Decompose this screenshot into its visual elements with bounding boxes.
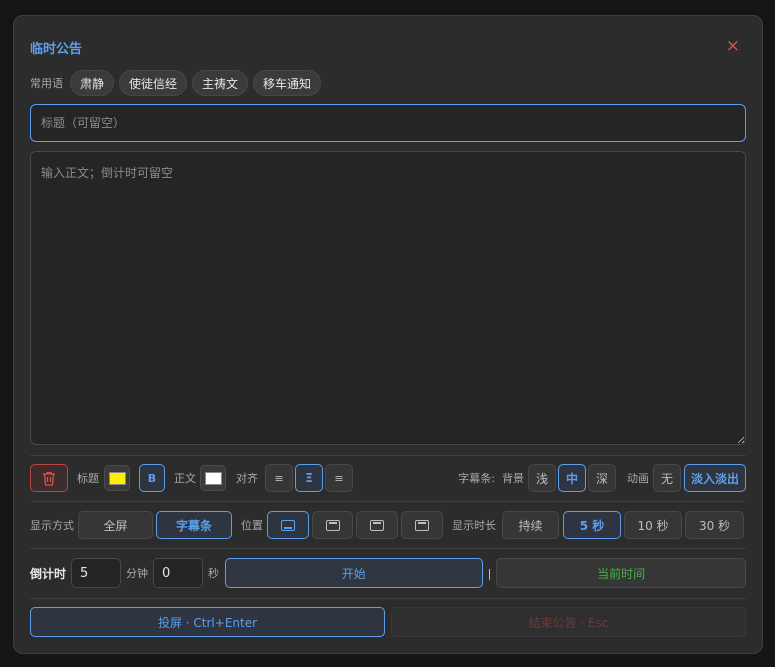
phrases-label: 常用语: [30, 77, 63, 90]
minutes-input[interactable]: [71, 558, 122, 588]
anim-option-none[interactable]: 无: [653, 464, 681, 492]
mode-ticker-button[interactable]: 字幕条: [156, 511, 232, 539]
position-top-alt-button[interactable]: [401, 511, 443, 539]
bold-toggle[interactable]: B: [139, 464, 165, 492]
end-announcement-button[interactable]: 结束公告 · Esc: [391, 607, 746, 637]
mode-fullscreen-button[interactable]: 全屏: [78, 511, 153, 539]
countdown-row: 倒计时 分钟 秒 开始 | 当前时间: [30, 558, 746, 588]
divider: [30, 548, 746, 549]
anim-label: 动画: [627, 472, 649, 485]
title-input[interactable]: [30, 104, 746, 142]
clear-button[interactable]: [30, 464, 68, 492]
phrases-row: 常用语 肃静 使徒信经 主祷文 移车通知: [30, 70, 322, 96]
duration-continuous-button[interactable]: 持续: [502, 511, 559, 539]
minutes-unit: 分钟: [126, 567, 149, 580]
align-right-icon: ≡: [334, 471, 344, 485]
phrase-chip-silence[interactable]: 肃静: [70, 70, 115, 96]
duration-5s-button[interactable]: 5 秒: [563, 511, 621, 539]
countdown-separator: |: [487, 566, 492, 580]
close-icon[interactable]: ×: [726, 38, 740, 55]
align-left-button[interactable]: ≡: [265, 464, 293, 492]
body-color-picker[interactable]: [200, 465, 226, 491]
duration-30s-button[interactable]: 30 秒: [685, 511, 744, 539]
body-color-label: 正文: [174, 472, 196, 485]
bg-label: 背景: [502, 472, 524, 485]
actions-row: 投屏 · Ctrl+Enter 结束公告 · Esc: [30, 607, 746, 637]
align-left-icon: ≡: [274, 471, 284, 485]
title-color-swatch: [108, 471, 126, 485]
align-right-button[interactable]: ≡: [325, 464, 353, 492]
trash-icon: [43, 471, 55, 486]
phrase-chip-move-car[interactable]: 移车通知: [253, 70, 322, 96]
phrase-chip-lords-prayer[interactable]: 主祷文: [192, 70, 249, 96]
position-bottom-icon: [281, 519, 295, 531]
style-row: 标题 B 正文 对齐 ≡ Ξ ≡ 字幕条: 背景 浅 中 深 动画 无 淡入淡出: [30, 464, 746, 492]
position-top-alt-icon: [415, 519, 429, 531]
divider: [30, 455, 746, 456]
bg-option-medium[interactable]: 中: [558, 464, 586, 492]
display-mode-label: 显示方式: [30, 519, 74, 532]
body-input[interactable]: [30, 151, 746, 445]
start-countdown-button[interactable]: 开始: [225, 558, 483, 588]
align-center-icon: Ξ: [305, 471, 313, 485]
position-top-center-icon: [370, 519, 384, 531]
seconds-input[interactable]: [153, 558, 204, 588]
ticker-label: 字幕条:: [458, 472, 495, 485]
position-top-button[interactable]: [312, 511, 353, 539]
divider: [30, 501, 746, 502]
title-color-label: 标题: [77, 472, 99, 485]
align-label: 对齐: [236, 472, 258, 485]
announcement-dialog: 临时公告 × 常用语 肃静 使徒信经 主祷文 移车通知 标题 B 正文 对齐 ≡…: [13, 15, 763, 654]
title-color-picker[interactable]: [104, 465, 130, 491]
project-button[interactable]: 投屏 · Ctrl+Enter: [30, 607, 385, 637]
countdown-label: 倒计时: [30, 566, 67, 581]
divider: [30, 598, 746, 599]
align-center-button[interactable]: Ξ: [295, 464, 323, 492]
seconds-unit: 秒: [208, 567, 220, 580]
current-time-button[interactable]: 当前时间: [496, 558, 746, 588]
phrase-chip-creed[interactable]: 使徒信经: [119, 70, 188, 96]
bg-option-light[interactable]: 浅: [528, 464, 556, 492]
bg-option-dark[interactable]: 深: [588, 464, 616, 492]
position-top-icon: [325, 519, 340, 531]
duration-10s-button[interactable]: 10 秒: [624, 511, 682, 539]
anim-option-fade[interactable]: 淡入淡出: [684, 464, 746, 492]
position-bottom-button[interactable]: [267, 511, 309, 539]
dialog-title: 临时公告: [30, 42, 83, 57]
position-top-center-button[interactable]: [356, 511, 398, 539]
duration-label: 显示时长: [452, 519, 496, 532]
body-color-swatch: [204, 471, 222, 485]
position-label: 位置: [241, 519, 263, 532]
display-row: 显示方式 全屏 字幕条 位置 显示时长 持续 5 秒 10 秒 30 秒: [30, 511, 746, 539]
